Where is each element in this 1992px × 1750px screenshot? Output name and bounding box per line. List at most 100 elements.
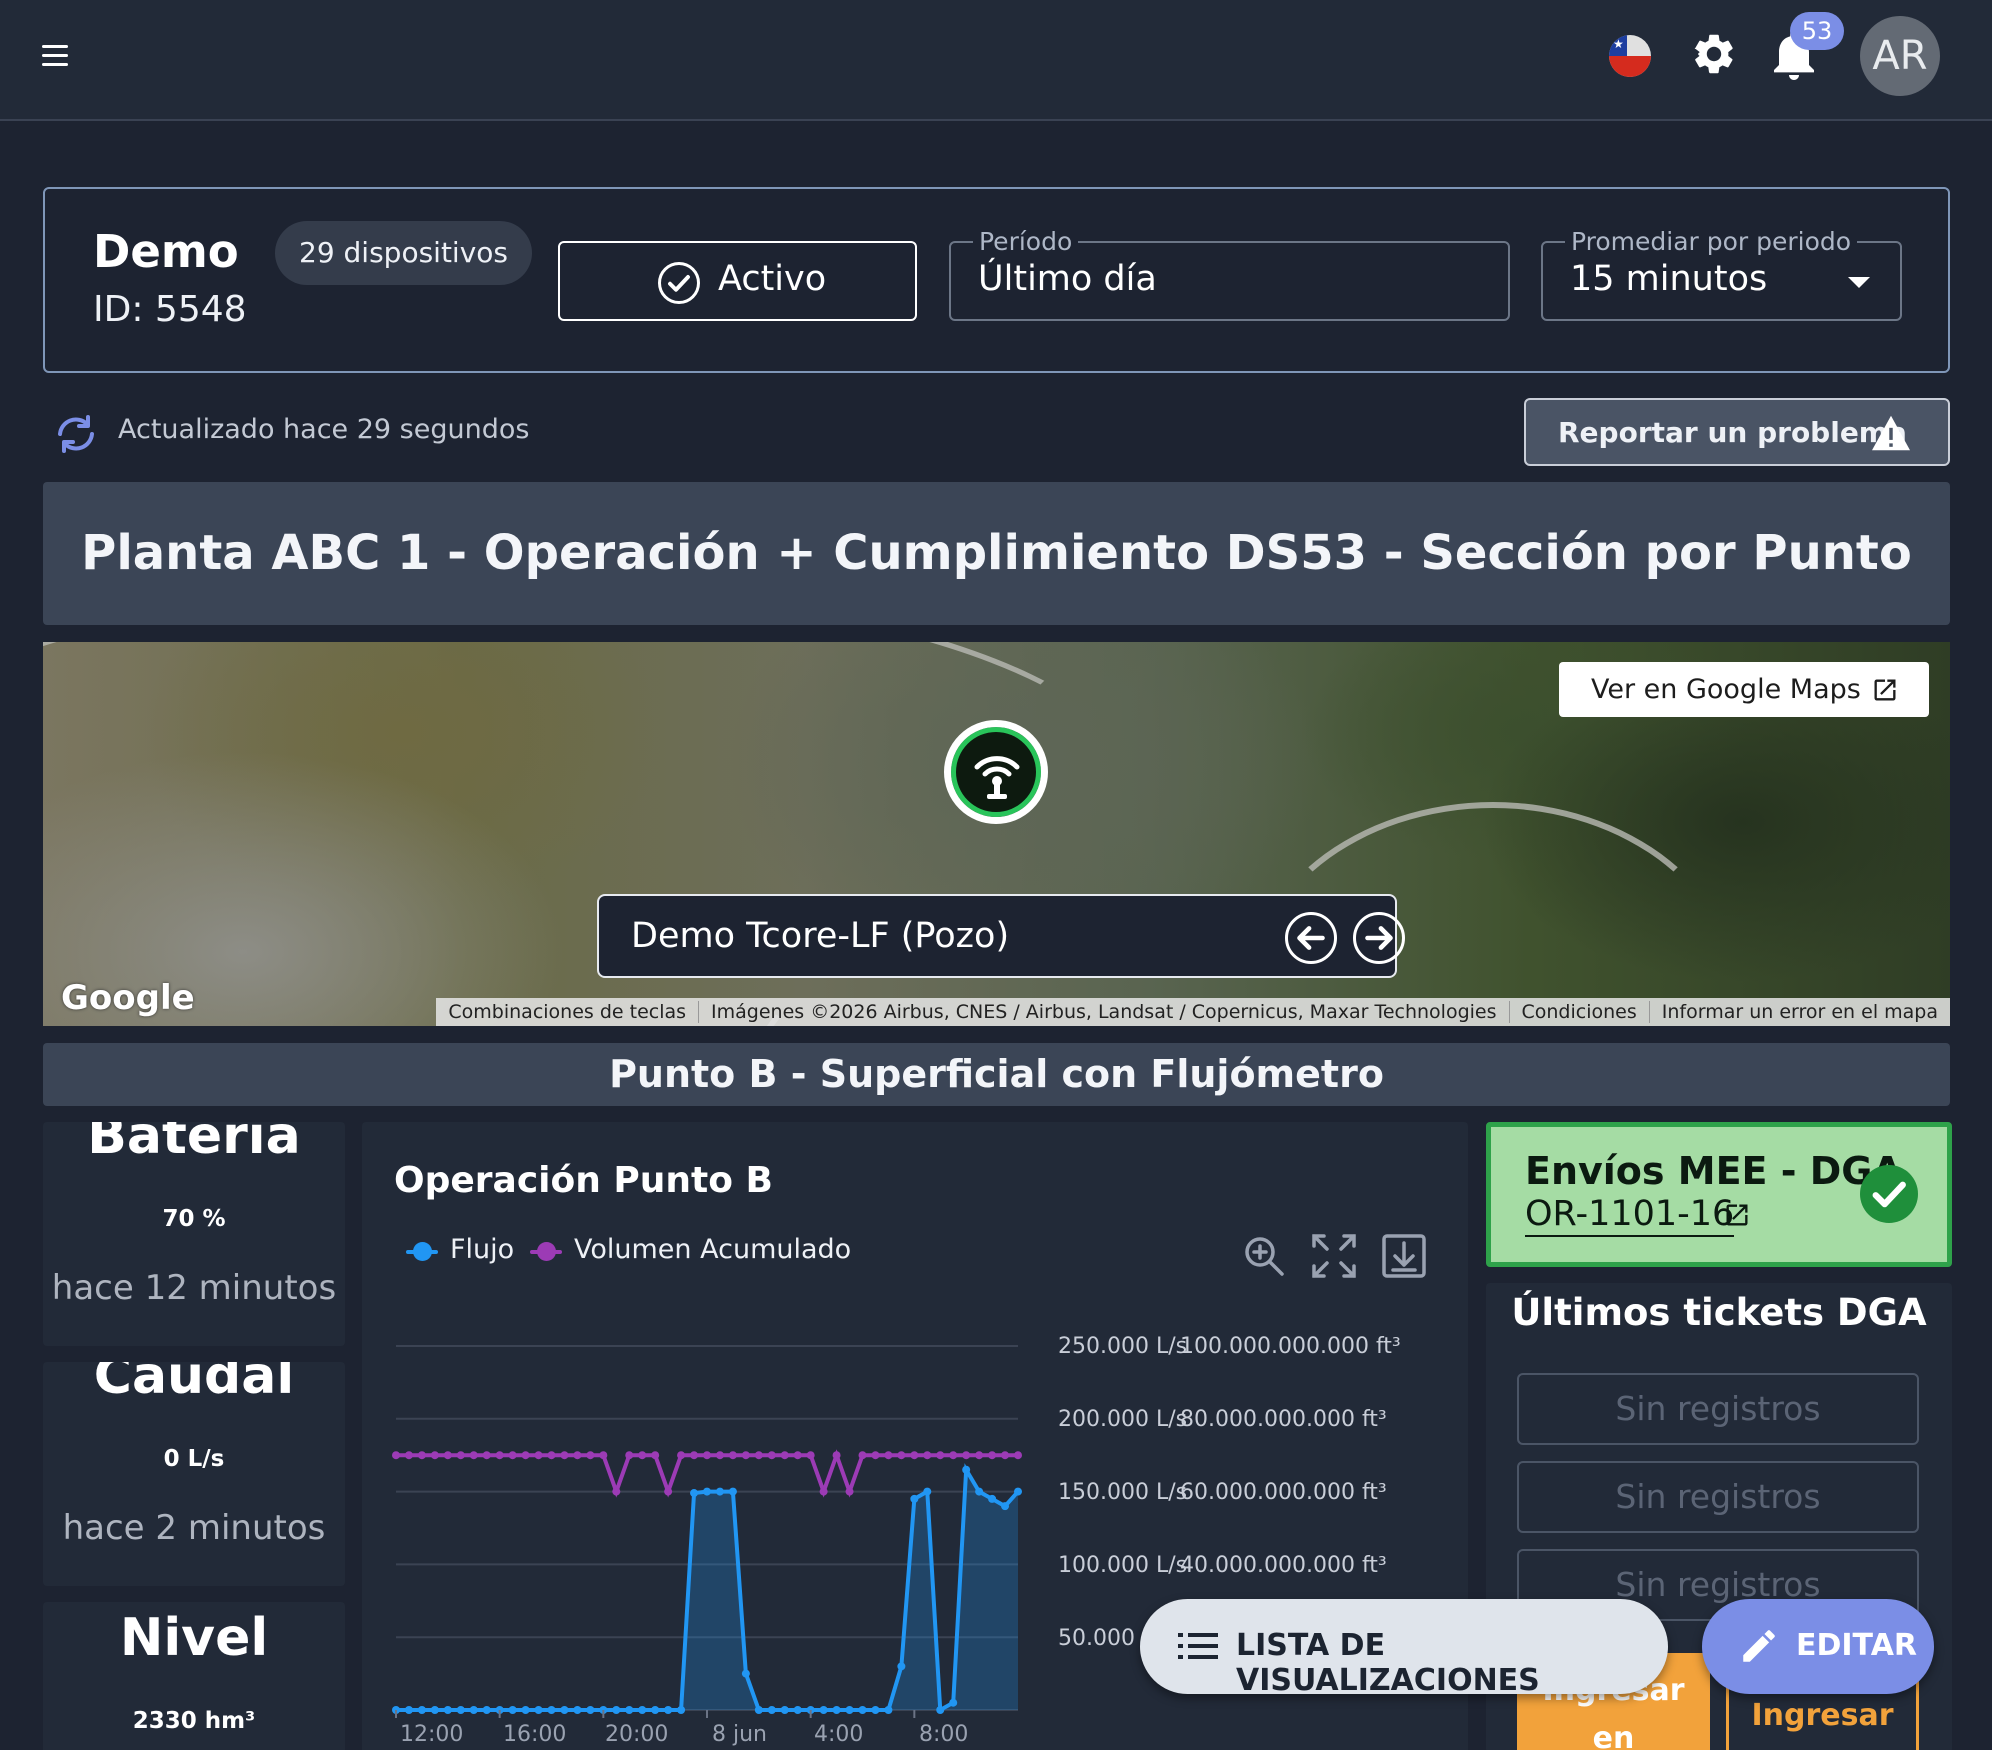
flujo-point	[988, 1494, 997, 1503]
device-location-marker[interactable]	[944, 720, 1048, 824]
list-icon	[1178, 1633, 1218, 1659]
project-header-card: Demo ID: 5548 29 dispositivos Activo Per…	[43, 187, 1950, 373]
terms-link[interactable]: Condiciones	[1508, 1001, 1649, 1023]
view-google-maps-label: Ver en Google Maps	[1591, 674, 1861, 705]
period-label: Período	[973, 227, 1079, 256]
keyboard-shortcuts-link[interactable]: Combinaciones de teclas	[436, 1001, 698, 1023]
previous-device-button[interactable]	[1285, 912, 1337, 964]
volumen-point	[715, 1451, 724, 1460]
flujo-point	[910, 1494, 919, 1503]
chile-flag-icon[interactable]: ★	[1609, 35, 1651, 77]
volumen-point	[858, 1451, 867, 1460]
volumen-point	[404, 1451, 413, 1460]
top-app-bar: ★ 53 AR	[0, 0, 1992, 121]
flujo-point	[1001, 1502, 1010, 1511]
flujo-point	[949, 1698, 958, 1707]
volumen-point	[495, 1451, 504, 1460]
average-period-select[interactable]: Promediar por periodo 15 minutos	[1541, 227, 1902, 321]
volumen-point	[469, 1451, 478, 1460]
flujo-point	[780, 1706, 789, 1714]
status-active-button[interactable]: Activo	[558, 241, 917, 321]
report-problem-label: Reportar un problema	[1558, 416, 1907, 449]
flujo-point	[482, 1706, 491, 1714]
flujo-point	[715, 1487, 724, 1496]
success-check-icon	[1860, 1165, 1918, 1223]
volumen-point	[664, 1487, 673, 1496]
metric-timestamp: hace 2 minutos	[62, 1508, 326, 1548]
x-tick-label: 8 jun	[712, 1722, 767, 1747]
report-problem-button[interactable]: Reportar un problema	[1524, 398, 1950, 466]
map-attribution: Combinaciones de teclas Imágenes ©2026 Ai…	[436, 998, 1950, 1026]
average-period-value: 15 minutos	[1570, 259, 1768, 299]
pencil-icon	[1743, 1630, 1775, 1662]
volumen-point	[923, 1451, 932, 1460]
metric-value: 0 L/s	[163, 1446, 225, 1472]
volumen-point	[599, 1451, 608, 1460]
period-field[interactable]: Período Último día	[949, 227, 1510, 321]
visualizations-list-label: LISTA DE VISUALIZACIONES	[1236, 1628, 1540, 1698]
volumen-point	[703, 1451, 711, 1460]
flujo-point	[586, 1706, 595, 1714]
dropdown-caret-icon	[1848, 277, 1870, 288]
dga-status-card[interactable]: Envíos MEE - DGA OR-1101-16	[1486, 1122, 1952, 1267]
external-link-icon[interactable]	[1723, 1201, 1751, 1229]
gear-icon[interactable]	[1690, 30, 1738, 78]
report-map-error-link[interactable]: Informar un error en el mapa	[1648, 1001, 1950, 1023]
flujo-point	[547, 1706, 556, 1714]
edit-button[interactable]: EDITAR	[1702, 1599, 1934, 1694]
dga-code-link[interactable]: OR-1101-16	[1525, 1193, 1735, 1237]
visualizations-list-button[interactable]: LISTA DE VISUALIZACIONES	[1140, 1599, 1668, 1698]
flujo-point	[534, 1706, 543, 1714]
volumen-point	[392, 1451, 400, 1460]
view-google-maps-button[interactable]: Ver en Google Maps	[1559, 662, 1929, 717]
next-device-button[interactable]	[1353, 912, 1405, 964]
flujo-point	[625, 1706, 634, 1714]
flujo-point	[767, 1706, 776, 1714]
menu-icon[interactable]	[36, 36, 74, 74]
devices-chip[interactable]: 29 dispositivos	[275, 221, 532, 285]
flujo-point	[430, 1706, 439, 1714]
satellite-map[interactable]: Ver en Google Maps Demo Tcore-LF (Pozo) …	[43, 642, 1950, 1026]
y-right-tick-label: 60.000.000.000 ft³	[1180, 1480, 1387, 1505]
level-metric-card[interactable]: Nivel 2330 hm³	[43, 1602, 345, 1750]
flujo-point	[923, 1487, 932, 1496]
flujo-point	[508, 1706, 517, 1714]
volumen-point	[832, 1451, 841, 1460]
y-right-tick-label: 40.000.000.000 ft³	[1180, 1553, 1387, 1578]
volumen-point	[560, 1451, 569, 1460]
flujo-point	[858, 1706, 867, 1714]
edit-label: EDITAR	[1796, 1628, 1918, 1663]
volumen-point	[625, 1451, 634, 1460]
y-tick-label: 150.000 L/s	[1058, 1480, 1188, 1505]
flujo-point	[469, 1706, 478, 1714]
volumen-point	[793, 1451, 802, 1460]
volumen-point	[651, 1451, 660, 1460]
battery-metric-card[interactable]: Batería 70 % hace 12 minutos	[43, 1122, 345, 1346]
x-tick-label: 12:00	[400, 1722, 464, 1747]
volumen-point	[417, 1451, 426, 1460]
volumen-point	[482, 1451, 491, 1460]
arrow-left-icon	[1297, 926, 1325, 950]
warning-icon	[1872, 415, 1910, 451]
flujo-point	[690, 1489, 699, 1498]
volumen-point	[508, 1451, 517, 1460]
flujo-point	[651, 1706, 660, 1714]
flujo-point	[443, 1706, 452, 1714]
flujo-point	[728, 1487, 737, 1496]
flujo-point	[521, 1706, 530, 1714]
volumen-point	[819, 1487, 828, 1496]
flujo-point	[703, 1487, 711, 1496]
flow-metric-card[interactable]: Caudal 0 L/s hace 2 minutos	[43, 1362, 345, 1586]
last-updated-text: Actualizado hace 29 segundos	[118, 414, 530, 445]
flujo-point	[404, 1706, 413, 1714]
avatar[interactable]: AR	[1860, 16, 1940, 96]
arrow-right-icon	[1365, 926, 1393, 950]
flujo-point	[975, 1487, 984, 1496]
flujo-point	[677, 1706, 686, 1714]
y-right-tick-label: 100.000.000.000 ft³	[1180, 1334, 1401, 1359]
metric-title: Nivel	[119, 1608, 269, 1668]
sync-icon[interactable]	[52, 414, 100, 454]
metric-value: 2330 hm³	[132, 1708, 256, 1734]
flujo-point	[1014, 1487, 1022, 1496]
metric-value: 70 %	[162, 1206, 226, 1232]
